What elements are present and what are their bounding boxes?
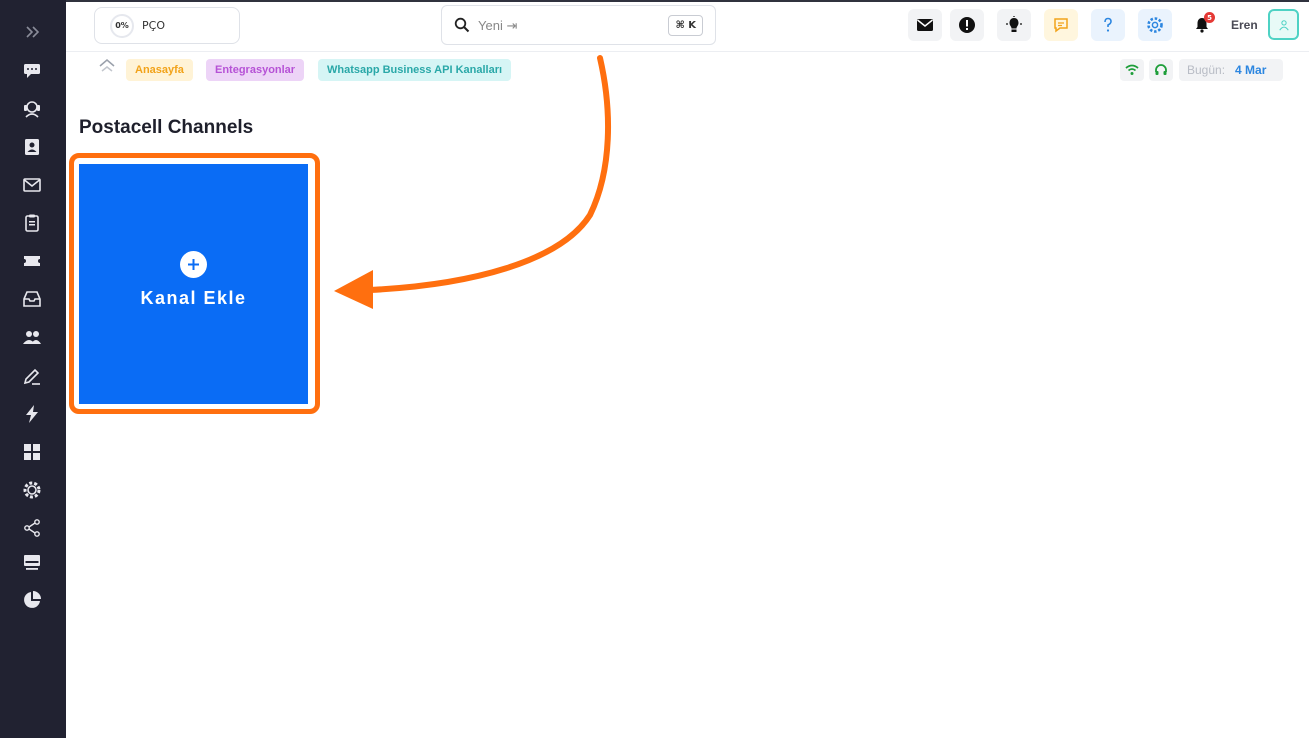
question-icon bbox=[1104, 17, 1112, 32]
wifi-icon bbox=[1125, 64, 1139, 75]
add-channel-button[interactable]: Kanal Ekle bbox=[79, 164, 308, 404]
inbox-icon bbox=[23, 291, 41, 307]
breadcrumb-item-integrations[interactable]: Entegrasyonlar bbox=[206, 59, 305, 81]
monitor-icon bbox=[24, 555, 40, 570]
ticket-icon bbox=[24, 256, 40, 266]
sidebar-item-contacts[interactable] bbox=[19, 134, 45, 160]
users-icon bbox=[23, 331, 41, 344]
chevron-up-icon[interactable] bbox=[97, 57, 117, 75]
edit-icon bbox=[23, 368, 40, 385]
messages-button[interactable] bbox=[908, 9, 942, 41]
lightning-icon bbox=[26, 405, 38, 423]
sidebar-item-inbox[interactable] bbox=[19, 286, 45, 312]
mail-icon bbox=[23, 178, 41, 192]
plus-icon bbox=[180, 251, 207, 278]
sidebar-item-chat[interactable] bbox=[19, 57, 45, 83]
date-label: Bugün: bbox=[1187, 63, 1226, 77]
sidebar-item-apps[interactable] bbox=[19, 439, 45, 465]
progress-widget[interactable]: 0% PÇO bbox=[94, 7, 240, 44]
progress-ring: 0% bbox=[110, 13, 134, 38]
search-box[interactable]: ⌘ K bbox=[441, 5, 716, 45]
sidebar-item-automation[interactable] bbox=[19, 401, 45, 427]
page-title: Postacell Channels bbox=[79, 117, 254, 138]
notification-badge: 5 bbox=[1204, 12, 1215, 23]
sidebar-item-support[interactable] bbox=[19, 96, 45, 122]
search-shortcut: ⌘ K bbox=[668, 15, 703, 36]
theme-toggle-button[interactable] bbox=[997, 9, 1031, 41]
grid-icon bbox=[24, 444, 40, 460]
headset-icon bbox=[1155, 64, 1167, 75]
sidebar-item-tickets[interactable] bbox=[19, 248, 45, 274]
search-input[interactable] bbox=[478, 17, 638, 33]
search-icon bbox=[454, 17, 470, 33]
settings-icon bbox=[23, 481, 41, 499]
connection-status bbox=[1120, 59, 1144, 81]
user-name[interactable]: Eren bbox=[1231, 18, 1258, 32]
chat-icon bbox=[24, 64, 40, 78]
today-date: Bugün: 4 Mar bbox=[1179, 59, 1283, 81]
sidebar bbox=[0, 0, 66, 738]
breadcrumb-item-home[interactable]: Anasayfa bbox=[126, 59, 193, 81]
envelope-icon bbox=[917, 19, 933, 31]
contacts-icon bbox=[25, 139, 39, 155]
avatar[interactable] bbox=[1268, 9, 1299, 40]
sidebar-item-notes[interactable] bbox=[19, 363, 45, 389]
sidebar-item-share[interactable] bbox=[19, 515, 45, 541]
notifications-button[interactable]: 5 bbox=[1185, 9, 1219, 41]
user-icon bbox=[1278, 19, 1289, 30]
agent-status bbox=[1149, 59, 1173, 81]
chat-button[interactable] bbox=[1044, 9, 1078, 41]
top-border bbox=[66, 0, 1309, 2]
help-button[interactable] bbox=[1091, 9, 1125, 41]
expand-icon bbox=[26, 26, 40, 38]
alert-icon bbox=[959, 17, 975, 33]
chat-bubble-icon bbox=[1054, 18, 1068, 33]
customer-support-icon bbox=[24, 101, 40, 118]
clipboard-icon bbox=[25, 214, 39, 232]
alerts-button[interactable] bbox=[950, 9, 984, 41]
breadcrumb: Anasayfa Entegrasyonlar Whatsapp Busines… bbox=[66, 52, 1309, 88]
date-value: 4 Mar bbox=[1235, 63, 1267, 77]
progress-label: PÇO bbox=[142, 19, 165, 32]
lightbulb-icon bbox=[1006, 16, 1022, 32]
sidebar-item-settings[interactable] bbox=[19, 477, 45, 503]
gear-icon bbox=[1147, 17, 1163, 33]
sidebar-item-mail[interactable] bbox=[19, 172, 45, 198]
sidebar-item-reports[interactable] bbox=[19, 587, 45, 613]
breadcrumb-item-whatsapp-channels[interactable]: Whatsapp Business API Kanalları bbox=[318, 59, 512, 81]
sidebar-item-display[interactable] bbox=[19, 549, 45, 575]
sidebar-item-users[interactable] bbox=[19, 324, 45, 350]
pie-chart-icon bbox=[24, 591, 41, 608]
share-icon bbox=[24, 519, 40, 537]
sidebar-item-tasks[interactable] bbox=[19, 210, 45, 236]
settings-button[interactable] bbox=[1138, 9, 1172, 41]
sidebar-expand[interactable] bbox=[19, 19, 45, 45]
add-channel-label: Kanal Ekle bbox=[140, 288, 247, 308]
